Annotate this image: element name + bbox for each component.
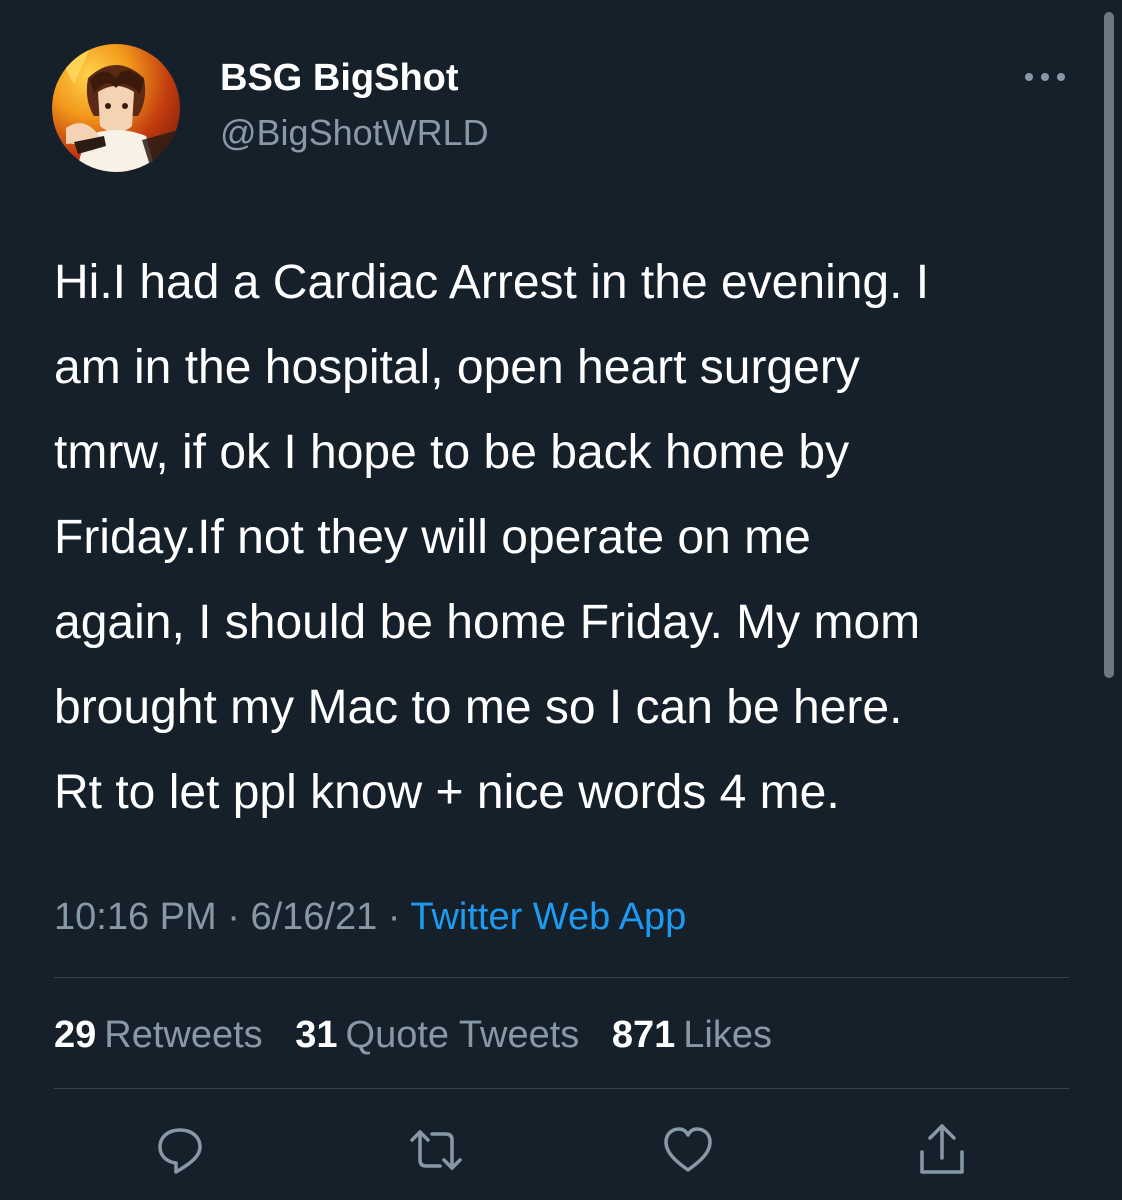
retweets-count: 29 <box>54 1014 97 1056</box>
tweet-text-line: Hi.I had a Cardiac Arrest in the evening… <box>54 256 930 309</box>
retweet-button[interactable] <box>408 1122 464 1178</box>
tweet-text: Hi.I had a Cardiac Arrest in the evening… <box>54 240 1074 835</box>
meta-separator: · <box>387 896 401 938</box>
display-name[interactable]: BSG BigShot <box>220 56 459 100</box>
username-handle[interactable]: @BigShotWRLD <box>220 112 489 154</box>
tweet-text-line: Rt to let ppl know + nice words 4 me. <box>54 766 840 819</box>
divider <box>54 977 1069 978</box>
more-options-button[interactable] <box>1020 60 1070 94</box>
likes-stat[interactable]: 871 Likes <box>612 1010 772 1060</box>
quote-tweets-stat[interactable]: 31 Quote Tweets <box>295 1010 579 1060</box>
tweet-text-line: Friday.If not they will operate on me <box>54 511 811 564</box>
anime-avatar-icon <box>52 44 180 172</box>
reply-icon <box>158 1128 202 1174</box>
share-button[interactable] <box>914 1122 970 1178</box>
likes-label: Likes <box>683 1014 772 1056</box>
tweet-text-line: am in the hospital, open heart surgery <box>54 341 860 394</box>
more-horizontal-icon <box>1025 73 1065 81</box>
quote-tweets-label: Quote Tweets <box>345 1014 580 1056</box>
tweet-metadata: 10:16 PM · 6/16/21 · Twitter Web App <box>54 892 686 942</box>
tweet-text-line: again, I should be home Friday. My mom <box>54 596 921 649</box>
meta-separator: · <box>227 896 240 938</box>
avatar[interactable] <box>52 44 180 172</box>
tweet-time[interactable]: 10:16 PM <box>54 896 217 938</box>
tweet-text-line: brought my Mac to me so I can be here. <box>54 681 903 734</box>
likes-count: 871 <box>611 1014 676 1056</box>
quote-tweets-count: 31 <box>295 1014 338 1056</box>
divider <box>54 1088 1069 1089</box>
tweet-text-line: tmrw, if ok I hope to be back home by <box>54 426 850 479</box>
retweets-label: Retweets <box>104 1014 263 1056</box>
engagement-stats: 29 Retweets 31 Quote Tweets 871 Likes <box>54 1010 794 1060</box>
tweet-date[interactable]: 6/16/21 <box>250 896 377 938</box>
retweet-icon <box>410 1130 462 1170</box>
tweet-source-link[interactable]: Twitter Web App <box>410 896 686 938</box>
share-icon <box>920 1124 964 1174</box>
reply-button[interactable] <box>152 1122 208 1178</box>
scrollbar[interactable] <box>1104 12 1114 678</box>
like-button[interactable] <box>660 1122 716 1178</box>
retweets-stat[interactable]: 29 Retweets <box>54 1010 263 1060</box>
tweet-detail: BSG BigShot @BigShotWRLD Hi.I had a Card… <box>0 0 1122 1200</box>
heart-icon <box>664 1127 712 1172</box>
